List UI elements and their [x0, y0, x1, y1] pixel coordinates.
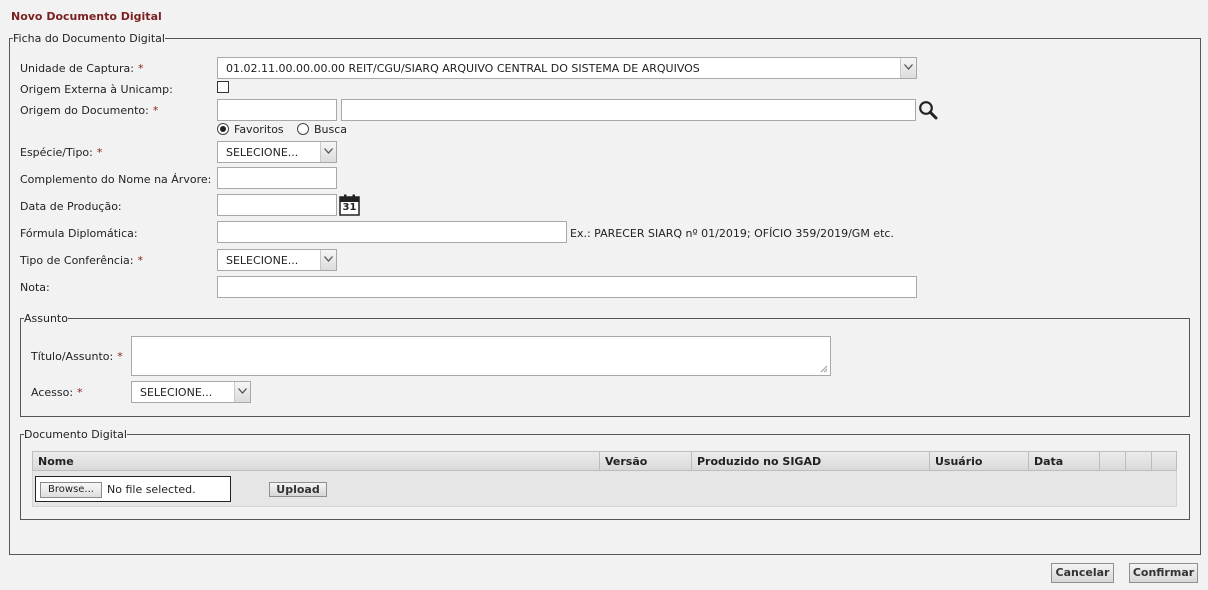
acesso-label: Acesso: * [31, 386, 83, 399]
formula-hint: Ex.: PARECER SIARQ nº 01/2019; OFÍCIO 35… [570, 227, 894, 240]
upload-button[interactable]: Upload [269, 482, 327, 497]
column-header-nome[interactable]: Nome [33, 452, 600, 470]
tipo-conferencia-value: SELECIONE... [226, 254, 299, 267]
origem-externa-label: Origem Externa à Unicamp: [20, 83, 173, 96]
column-header-action-2 [1126, 452, 1152, 470]
resize-handle-icon[interactable] [820, 365, 828, 373]
column-header-produzido[interactable]: Produzido no SIGAD [692, 452, 930, 470]
complemento-input[interactable] [217, 167, 337, 189]
search-icon[interactable] [918, 100, 938, 120]
data-producao-label: Data de Produção: [20, 200, 122, 213]
ficha-legend: Ficha do Documento Digital [13, 32, 165, 45]
favoritos-radio[interactable] [217, 123, 229, 135]
column-header-data[interactable]: Data [1029, 452, 1100, 470]
assunto-legend: Assunto [24, 312, 68, 325]
file-status: No file selected. [107, 483, 196, 496]
page-title: Novo Documento Digital [11, 10, 162, 23]
confirm-button[interactable]: Confirmar [1129, 563, 1198, 583]
acesso-value: SELECIONE... [140, 386, 213, 399]
documents-table-header: Nome Versão Produzido no SIGAD Usuário D… [32, 451, 1177, 471]
data-producao-input[interactable] [217, 194, 337, 216]
unidade-captura-label: Unidade de Captura: * [20, 62, 144, 75]
tipo-conferencia-select[interactable]: SELECIONE... [217, 249, 337, 271]
titulo-assunto-label: Título/Assunto: * [31, 350, 123, 363]
origem-externa-checkbox[interactable] [217, 81, 229, 93]
column-header-usuario[interactable]: Usuário [930, 452, 1029, 470]
chevron-down-icon [234, 382, 250, 402]
documento-digital-legend: Documento Digital [24, 428, 127, 441]
acesso-select[interactable]: SELECIONE... [131, 381, 251, 403]
nota-label: Nota: [20, 281, 50, 294]
column-header-action-1 [1100, 452, 1126, 470]
origem-documento-code-input[interactable] [217, 99, 337, 121]
chevron-down-icon [320, 250, 336, 270]
column-header-versao[interactable]: Versão [600, 452, 692, 470]
browse-button[interactable]: Browse... [40, 482, 102, 498]
favoritos-label: Favoritos [234, 123, 284, 136]
nota-input[interactable] [217, 276, 917, 298]
origem-documento-label: Origem do Documento: * [20, 104, 159, 117]
calendar-day: 31 [342, 202, 357, 213]
cancel-button[interactable]: Cancelar [1051, 563, 1114, 583]
busca-radio[interactable] [297, 123, 309, 135]
tipo-conferencia-label: Tipo de Conferência: * [20, 254, 143, 267]
especie-tipo-label: Espécie/Tipo: * [20, 146, 103, 159]
busca-label: Busca [314, 123, 348, 136]
file-input[interactable]: Browse... No file selected. [35, 476, 231, 502]
especie-tipo-value: SELECIONE... [226, 146, 299, 159]
chevron-down-icon [320, 142, 336, 162]
formula-label: Fórmula Diplomática: [20, 227, 138, 240]
complemento-label: Complemento do Nome na Árvore: [20, 173, 212, 186]
formula-input[interactable] [217, 221, 567, 243]
calendar-icon[interactable]: 31 [339, 194, 360, 216]
origem-documento-name-input[interactable] [341, 99, 916, 121]
unidade-captura-select[interactable]: 01.02.11.00.00.00.00 REIT/CGU/SIARQ ARQU… [217, 57, 917, 79]
titulo-assunto-textarea[interactable] [131, 336, 831, 376]
unidade-captura-value: 01.02.11.00.00.00.00 REIT/CGU/SIARQ ARQU… [226, 62, 700, 75]
chevron-down-icon [900, 58, 916, 78]
especie-tipo-select[interactable]: SELECIONE... [217, 141, 337, 163]
